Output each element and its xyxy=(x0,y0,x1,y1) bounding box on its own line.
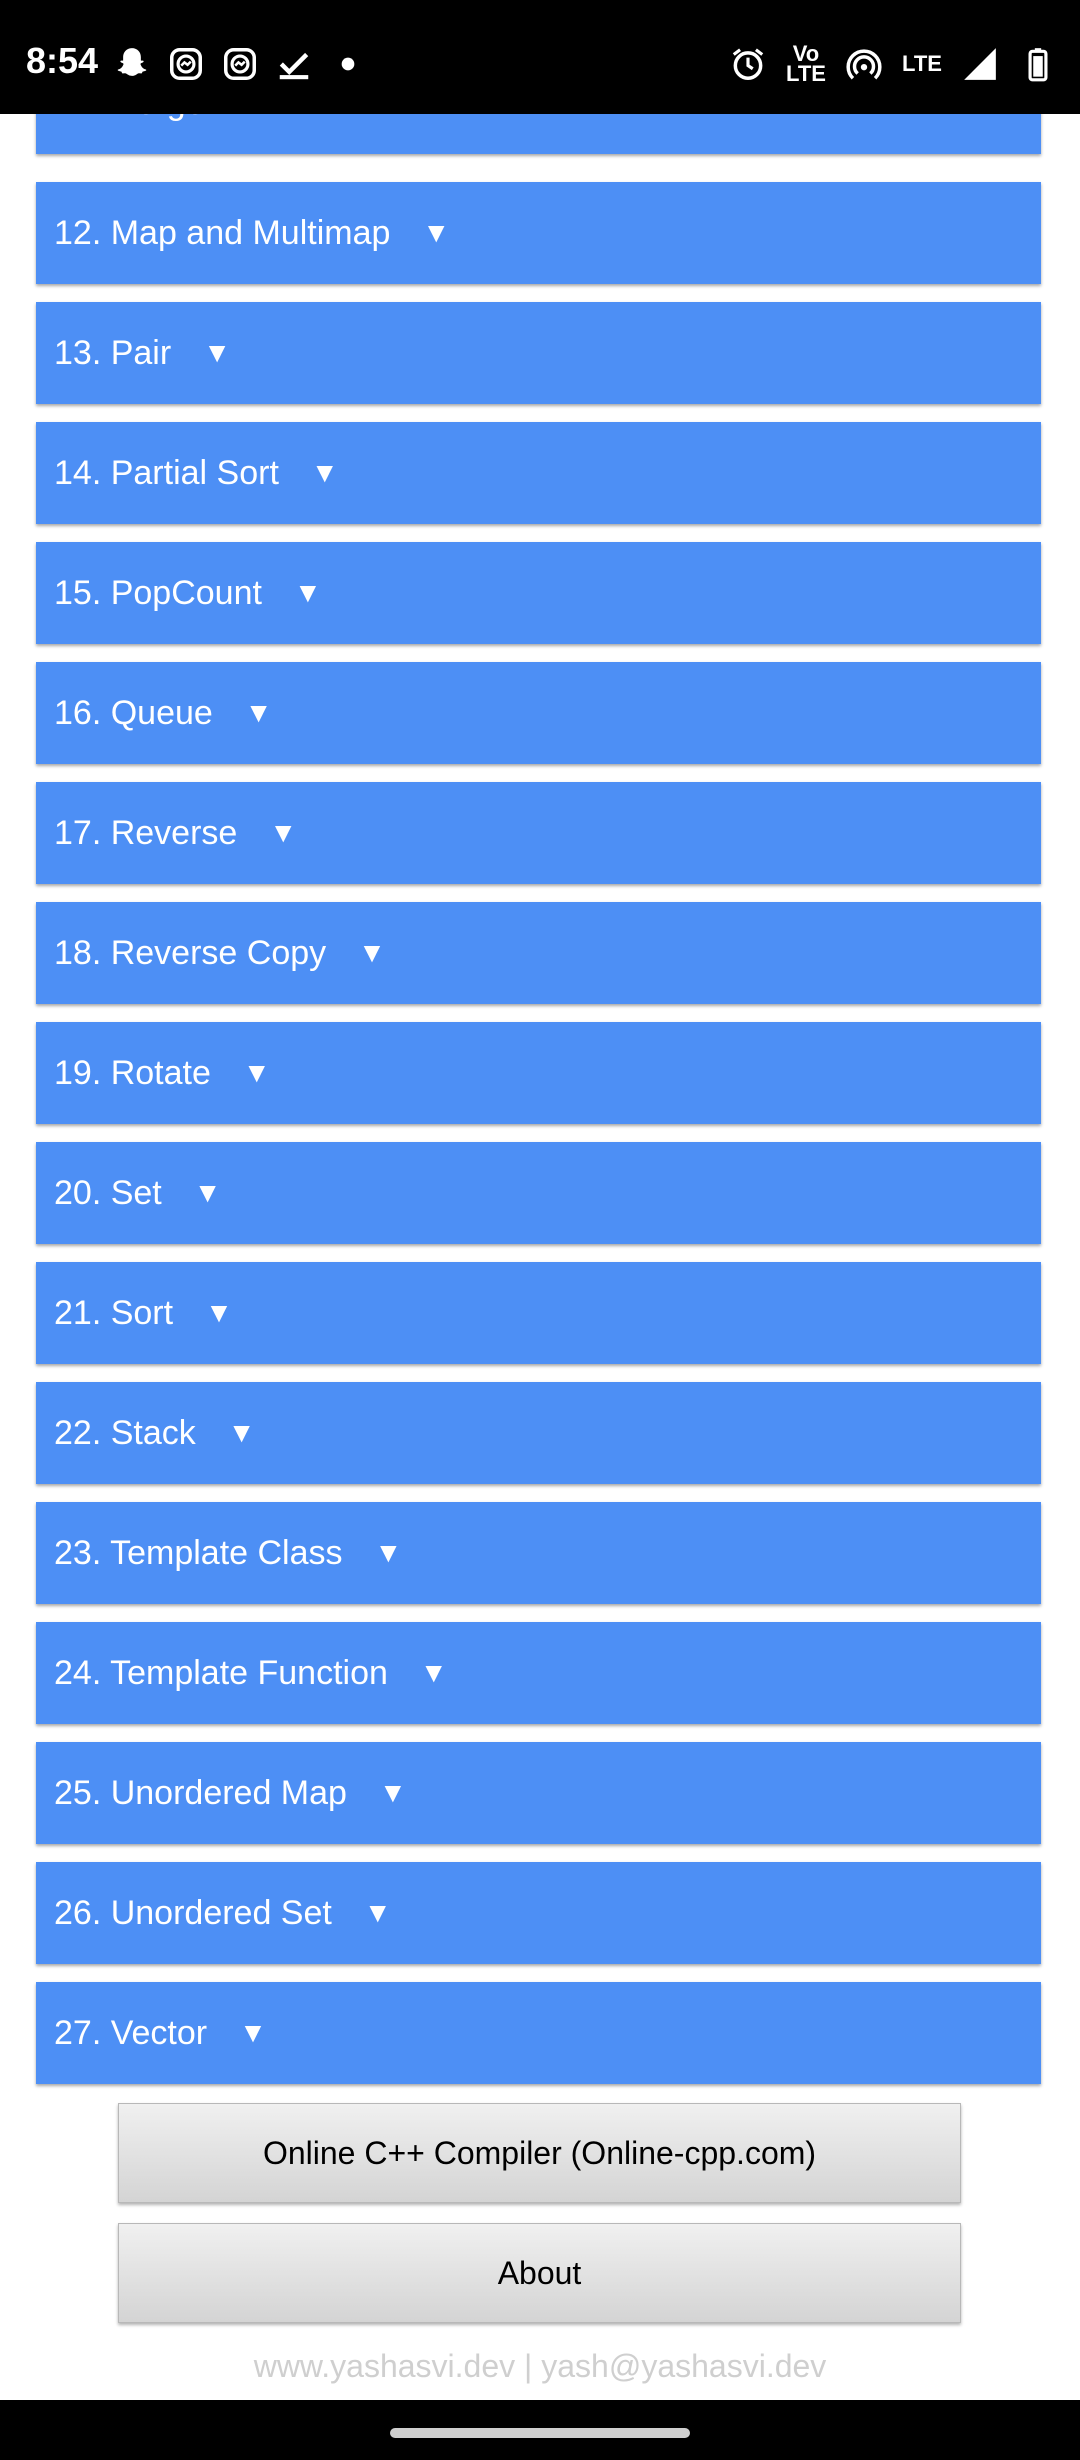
chevron-down-icon: ▼ xyxy=(310,457,339,488)
chevron-down-icon: ▼ xyxy=(205,1297,233,1328)
chevron-down-icon: ▼ xyxy=(203,337,231,368)
accordion-item-template-function[interactable]: 24. Template Function ▼ xyxy=(36,1622,1041,1724)
accordion-label: 27. Vector xyxy=(54,2013,208,2052)
chevron-down-icon: ▼ xyxy=(242,1057,271,1088)
accordion-item-reverse[interactable]: 17. Reverse ▼ xyxy=(36,782,1041,884)
chevron-down-icon: ▼ xyxy=(374,1537,403,1568)
accordion-label: 17. Reverse xyxy=(54,813,238,852)
accordion-label: 25. Unordered Map xyxy=(54,1773,347,1812)
chevron-down-icon: ▼ xyxy=(193,1177,222,1208)
accordion-item-sort[interactable]: 21. Sort ▼ xyxy=(36,1262,1041,1364)
accordion-item-queue[interactable]: 16. Queue ▼ xyxy=(36,662,1041,764)
accordion-list[interactable]: 11. Merge ▼ 12. Map and Multimap ▼ 13. P… xyxy=(0,114,1080,2400)
volte-icon: Vo LTE xyxy=(786,41,826,86)
accordion-item-unordered-map[interactable]: 25. Unordered Map ▼ xyxy=(36,1742,1041,1844)
accordion-label: 20. Set xyxy=(54,1173,162,1212)
footer-contact: www.yashasvi.dev | yash@yashasvi.dev xyxy=(253,2348,827,2384)
accordion-item-set[interactable]: 20. Set ▼ xyxy=(36,1142,1041,1244)
navigation-bar xyxy=(0,2400,1080,2460)
accordion-label: 23. Template Class xyxy=(54,1533,343,1572)
accordion-item-pair[interactable]: 13. Pair ▼ xyxy=(36,302,1041,404)
chevron-down-icon: ▼ xyxy=(293,577,322,608)
accordion-label: 24. Template Function xyxy=(54,1653,388,1692)
status-time: 8:54 xyxy=(26,40,99,81)
chevron-down-icon: ▼ xyxy=(227,1417,256,1448)
accordion-label: 14. Partial Sort xyxy=(54,453,279,492)
system-icons: Vo LTE LTE xyxy=(728,41,1058,86)
accordion-label: 15. PopCount xyxy=(54,573,262,612)
accordion-item-stack[interactable]: 22. Stack ▼ xyxy=(36,1382,1041,1484)
lte-icon: LTE xyxy=(902,51,942,76)
accordion-item-template-class[interactable]: 23. Template Class ▼ xyxy=(36,1502,1041,1604)
chevron-down-icon: ▼ xyxy=(378,1777,407,1808)
signal-icon xyxy=(960,44,1000,84)
chevron-down-icon: ▼ xyxy=(363,1897,392,1928)
accordion-label: 12. Map and Multimap xyxy=(54,213,391,252)
chevron-down-icon: ▼ xyxy=(269,817,298,848)
checkmark-download-icon xyxy=(274,44,314,84)
accordion-item-rotate[interactable]: 19. Rotate ▼ xyxy=(36,1022,1041,1124)
messenger-icon xyxy=(220,44,260,84)
snapchat-icon xyxy=(112,44,152,84)
gesture-handle[interactable] xyxy=(390,2428,690,2438)
battery-icon xyxy=(1018,44,1058,84)
accordion-item-unordered-set[interactable]: 26. Unordered Set ▼ xyxy=(36,1862,1041,1964)
accordion-item-map-multimap[interactable]: 12. Map and Multimap ▼ xyxy=(36,182,1041,284)
alarm-icon xyxy=(728,44,768,84)
accordion-item-vector[interactable]: 27. Vector ▼ xyxy=(36,1982,1041,2084)
chevron-down-icon: ▼ xyxy=(419,1657,448,1688)
accordion-item-reverse-copy[interactable]: 18. Reverse Copy ▼ xyxy=(36,902,1041,1004)
status-bar: 8:54 Vo LTE LTE xyxy=(0,0,1080,114)
accordion-label: 18. Reverse Copy xyxy=(54,933,327,972)
dot-icon xyxy=(328,44,368,84)
accordion-label: 22. Stack xyxy=(54,1413,196,1452)
chevron-down-icon: ▼ xyxy=(239,2017,267,2048)
accordion-label: 21. Sort xyxy=(54,1293,174,1332)
notification-icons xyxy=(112,44,368,84)
accordion-label: 11. Merge xyxy=(54,114,205,123)
accordion-label: 19. Rotate xyxy=(54,1053,211,1092)
chevron-down-icon: ▼ xyxy=(358,937,386,968)
accordion-label: 16. Queue xyxy=(54,693,213,732)
accordion-label: 26. Unordered Set xyxy=(54,1893,332,1932)
chevron-down-icon: ▼ xyxy=(237,114,265,119)
accordion-item-partial-sort[interactable]: 14. Partial Sort ▼ xyxy=(36,422,1041,524)
chevron-down-icon: ▼ xyxy=(422,217,451,248)
chevron-down-icon: ▼ xyxy=(244,697,273,728)
accordion-item-popcount[interactable]: 15. PopCount ▼ xyxy=(36,542,1041,644)
about-button[interactable]: About xyxy=(118,2223,961,2323)
messenger-icon xyxy=(166,44,206,84)
accordion-label: 13. Pair xyxy=(54,333,172,372)
hotspot-icon xyxy=(844,44,884,84)
accordion-item-merge[interactable]: 11. Merge ▼ xyxy=(36,114,1041,154)
online-compiler-button[interactable]: Online C++ Compiler (Online-cpp.com) xyxy=(118,2103,961,2203)
